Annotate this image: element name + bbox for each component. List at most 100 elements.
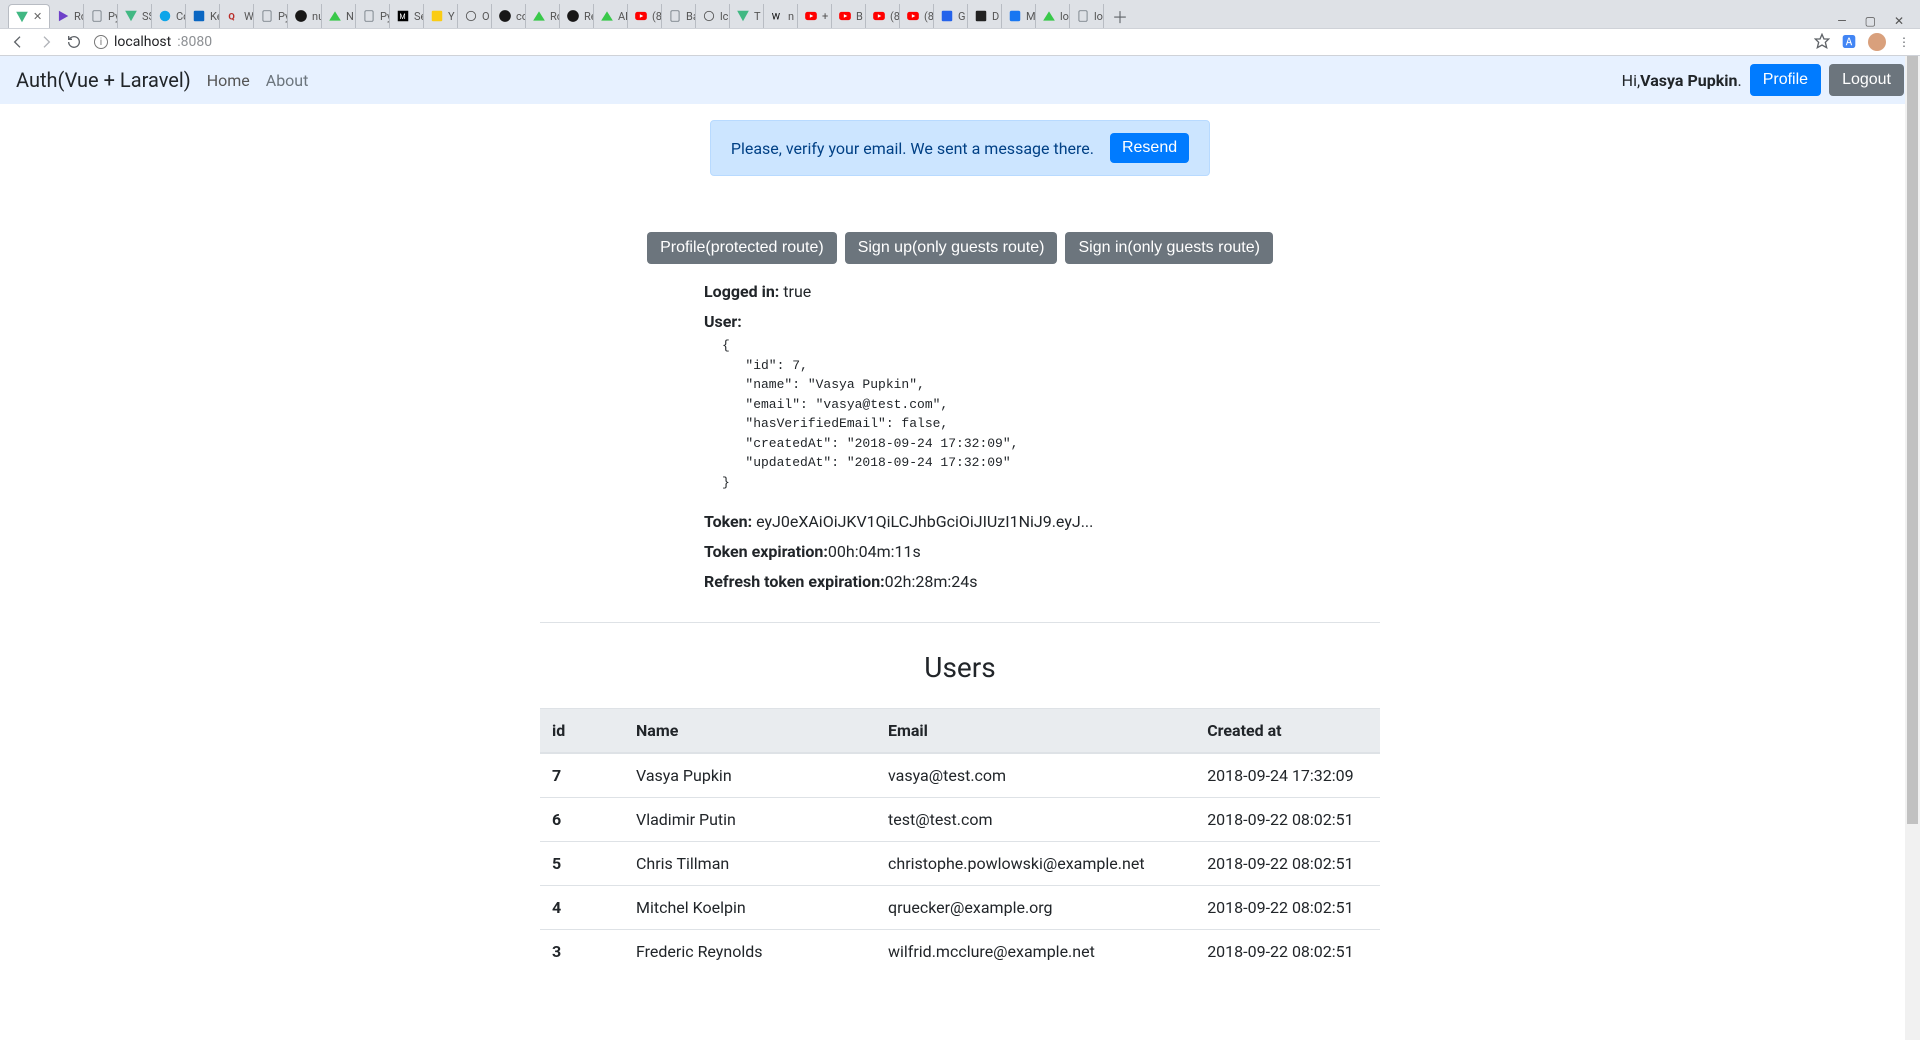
- browser-tab-active[interactable]: ✕: [8, 4, 50, 28]
- browser-tab[interactable]: Y: [424, 4, 458, 28]
- browser-tab[interactable]: Ke: [186, 4, 220, 28]
- tab-label: (8: [652, 10, 662, 23]
- tab-label: lo: [1060, 10, 1069, 23]
- cell-created: 2018-09-22 08:02:51: [1195, 886, 1380, 930]
- cell-id: 5: [540, 842, 624, 886]
- chrome-menu-icon[interactable]: ⋮: [1898, 35, 1910, 49]
- cell-created: 2018-09-22 08:02:51: [1195, 798, 1380, 842]
- browser-tab[interactable]: Ba: [662, 4, 696, 28]
- window-minimize-icon[interactable]: —: [1837, 14, 1846, 28]
- profile-avatar-icon[interactable]: [1868, 33, 1886, 51]
- browser-tab[interactable]: Rc: [526, 4, 560, 28]
- browser-tab[interactable]: (8: [628, 4, 662, 28]
- browser-tab[interactable]: T: [730, 4, 764, 28]
- browser-tab[interactable]: Py: [84, 4, 118, 28]
- window-maximize-icon[interactable]: ▢: [1865, 14, 1876, 28]
- tab-label: co: [516, 10, 526, 23]
- address-bar[interactable]: i localhost:8080: [94, 34, 1802, 50]
- translate-icon[interactable]: 🅰: [1842, 32, 1856, 52]
- nav-reload-icon[interactable]: [66, 34, 82, 50]
- cell-name: Mitchel Koelpin: [624, 886, 876, 930]
- cell-email: vasya@test.com: [876, 753, 1195, 798]
- vertical-scrollbar[interactable]: [1905, 56, 1920, 1040]
- tab-favicon-icon: [1008, 9, 1022, 23]
- tab-label: +: [822, 10, 828, 23]
- tab-favicon-icon: [260, 9, 274, 23]
- browser-tab[interactable]: D: [968, 4, 1002, 28]
- nav-home-link[interactable]: Home: [207, 71, 250, 90]
- tab-favicon-icon: [328, 9, 342, 23]
- tab-favicon-icon: M: [396, 9, 410, 23]
- profile-route-button[interactable]: Profile(protected route): [647, 232, 837, 264]
- browser-tab[interactable]: +: [798, 4, 832, 28]
- token-label: Token:: [704, 512, 752, 531]
- browser-tab[interactable]: co: [492, 4, 526, 28]
- tab-favicon-icon: [498, 9, 512, 23]
- browser-tab[interactable]: Py: [254, 4, 288, 28]
- browser-tab[interactable]: AF: [594, 4, 628, 28]
- bookmark-star-icon[interactable]: [1814, 33, 1830, 52]
- logout-button[interactable]: Logout: [1829, 64, 1904, 96]
- resend-button[interactable]: Resend: [1110, 133, 1189, 163]
- tab-favicon-icon: [532, 9, 546, 23]
- browser-tab[interactable]: lo: [1036, 4, 1070, 28]
- browser-tab[interactable]: B: [832, 4, 866, 28]
- tab-label: lc: [720, 10, 728, 23]
- browser-tab[interactable]: nu: [288, 4, 322, 28]
- signin-route-button[interactable]: Sign in(only guests route): [1065, 232, 1272, 264]
- tab-label: n: [788, 10, 794, 23]
- browser-tab[interactable]: Wn: [764, 4, 798, 28]
- users-heading: Users: [540, 651, 1380, 684]
- tab-favicon-icon: [872, 9, 886, 23]
- site-info-icon[interactable]: i: [94, 35, 108, 49]
- verify-email-alert: Please, verify your email. We sent a mes…: [710, 120, 1210, 176]
- tab-favicon-icon: [1076, 9, 1090, 23]
- tab-favicon-icon: [56, 9, 70, 23]
- tab-strip: ✕ RcPySSCcKeQWPynuNPyMSeYOcoRcReAF(8Balc…: [0, 0, 1920, 28]
- browser-tab[interactable]: N: [322, 4, 356, 28]
- browser-tab[interactable]: Py: [356, 4, 390, 28]
- profile-button[interactable]: Profile: [1750, 64, 1821, 96]
- browser-tab[interactable]: Rc: [50, 4, 84, 28]
- browser-tab[interactable]: G: [934, 4, 968, 28]
- signup-route-button[interactable]: Sign up(only guests route): [845, 232, 1058, 264]
- cell-id: 7: [540, 753, 624, 798]
- brand-title[interactable]: Auth(Vue + Laravel): [16, 68, 191, 92]
- nav-forward-icon[interactable]: [38, 34, 54, 50]
- browser-tab[interactable]: QW: [220, 4, 254, 28]
- tab-label: Py: [278, 10, 288, 23]
- nav-about-link[interactable]: About: [266, 71, 309, 90]
- tab-favicon-icon: [600, 9, 614, 23]
- tab-label: Ke: [210, 10, 220, 23]
- nav-back-icon[interactable]: [10, 34, 26, 50]
- new-tab-button[interactable]: ＋: [1112, 4, 1128, 28]
- browser-tab[interactable]: (8: [900, 4, 934, 28]
- tab-favicon-icon: W: [770, 9, 784, 23]
- browser-tab[interactable]: O: [458, 4, 492, 28]
- section-divider: [540, 622, 1380, 623]
- token-exp-label: Token expiration:: [704, 542, 828, 561]
- tab-label: W: [244, 10, 254, 23]
- browser-tab[interactable]: lc: [696, 4, 730, 28]
- cell-created: 2018-09-22 08:02:51: [1195, 930, 1380, 974]
- tab-favicon-icon: [668, 9, 682, 23]
- browser-tab[interactable]: lo: [1070, 4, 1104, 28]
- cell-name: Frederic Reynolds: [624, 930, 876, 974]
- cell-email: qruecker@example.org: [876, 886, 1195, 930]
- cell-name: Chris Tillman: [624, 842, 876, 886]
- browser-tab[interactable]: (8: [866, 4, 900, 28]
- close-tab-icon[interactable]: ✕: [33, 12, 43, 22]
- cell-name: Vasya Pupkin: [624, 753, 876, 798]
- window-close-icon[interactable]: ✕: [1894, 14, 1904, 28]
- tab-label: Re: [584, 10, 594, 23]
- cell-email: test@test.com: [876, 798, 1195, 842]
- alert-text: Please, verify your email. We sent a mes…: [731, 139, 1094, 158]
- browser-tab[interactable]: Re: [560, 4, 594, 28]
- browser-tab[interactable]: MSe: [390, 4, 424, 28]
- page-viewport: Auth(Vue + Laravel) Home About Hi,Vasya …: [0, 56, 1920, 1040]
- browser-tab[interactable]: Cc: [152, 4, 186, 28]
- browser-tab[interactable]: SS: [118, 4, 152, 28]
- tab-label: Py: [108, 10, 118, 23]
- browser-tab[interactable]: M: [1002, 4, 1036, 28]
- scrollbar-thumb[interactable]: [1907, 56, 1918, 824]
